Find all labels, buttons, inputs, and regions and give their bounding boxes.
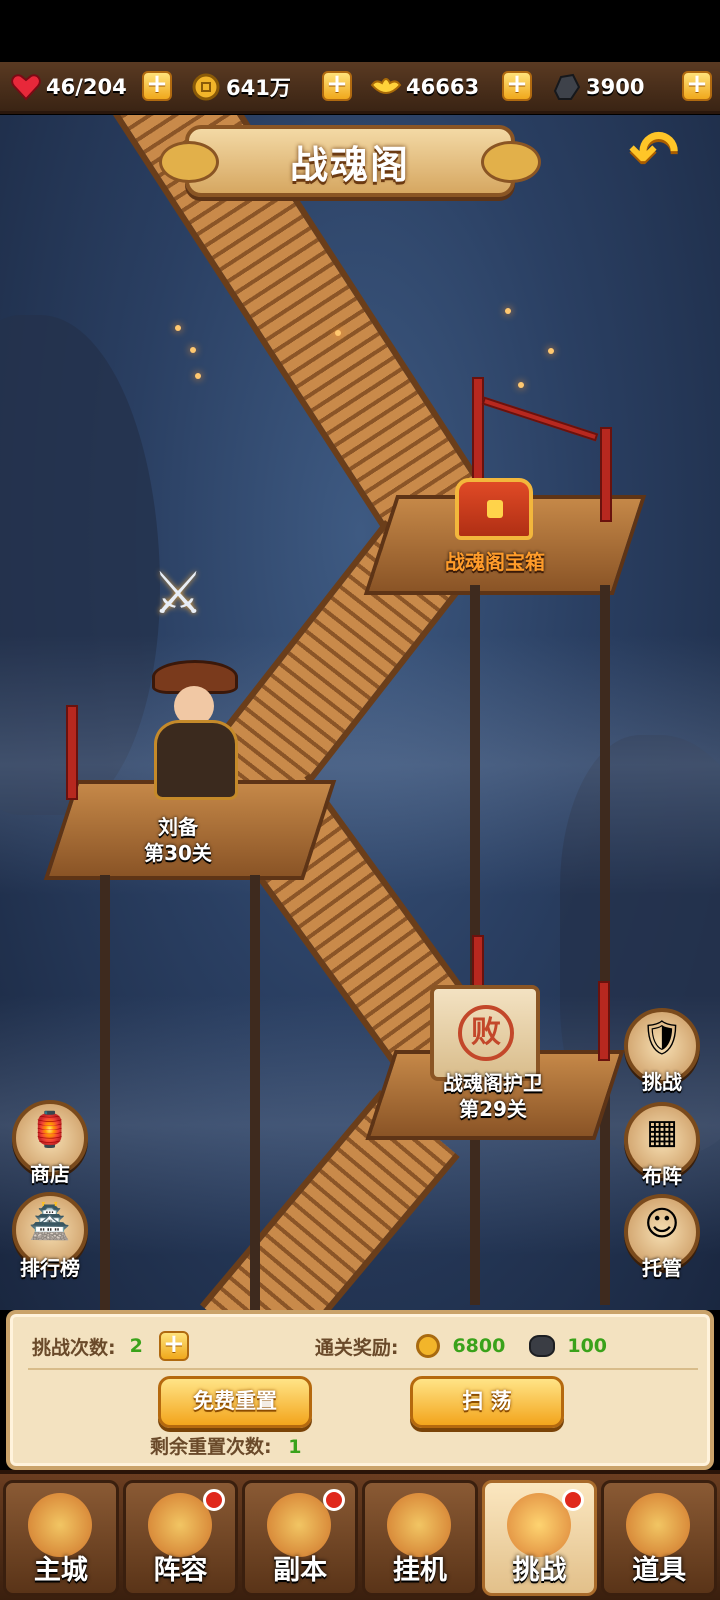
sweep-button[interactable]: 扫 荡 (410, 1376, 564, 1428)
challenge-icon: 🛡 (640, 1018, 684, 1058)
page-title: 战魂阁 (289, 142, 410, 187)
challenge-side-label: 挑战 (642, 1070, 682, 1094)
tab-label: 挂机 (392, 1555, 447, 1586)
bottom-nav: 主城 阵容 副本 挂机 挑战 道具 (0, 1470, 720, 1600)
resource-ingot: 46663 + (360, 61, 540, 113)
railing-post (472, 377, 484, 487)
player-stage: 第30关 (144, 841, 212, 865)
ranking-label: 排行榜 (20, 1256, 80, 1280)
ember-spark (505, 308, 511, 314)
status-bar (0, 0, 720, 62)
hero-body (154, 720, 238, 800)
tab-idle[interactable]: 挂机 (362, 1480, 478, 1596)
ember-spark (175, 325, 181, 331)
notification-badge (562, 1489, 585, 1511)
resource-coin: 641万 + (180, 61, 360, 113)
ore-value: 3900 (586, 74, 645, 99)
defeated-scroll-icon[interactable]: 败 (430, 985, 540, 1081)
remaining-resets: 剩余重置次数: 1 (150, 1432, 301, 1459)
ranking-icon: 🏯 (28, 1202, 72, 1242)
stamina-value: 46/204 (46, 74, 127, 99)
railing-post (600, 427, 612, 522)
chest-lock (487, 500, 503, 518)
ore-icon (550, 71, 582, 103)
tab-lineup[interactable]: 阵容 (122, 1480, 239, 1596)
challenge-panel: 挑战次数: 2 + 通关奖励: 6800 100 免费重置 扫 荡 剩余重置次数… (6, 1310, 714, 1470)
auto-label: 托管 (642, 1256, 682, 1280)
reward-ore-value: 100 (567, 1335, 608, 1357)
support-post (100, 875, 110, 1310)
guard-stage: 第29关 (459, 1097, 527, 1121)
ingot-value: 46663 (406, 74, 480, 99)
formation-label: 布阵 (642, 1164, 682, 1188)
remaining-resets-value: 1 (288, 1436, 302, 1458)
ember-spark (190, 347, 196, 353)
banner-ornament-left (159, 141, 219, 183)
add-ingot-button[interactable]: + (502, 70, 532, 101)
ember-spark (548, 348, 554, 354)
coin-icon (190, 71, 222, 103)
support-post (600, 585, 610, 1305)
ember-spark (518, 382, 524, 388)
railing-bar (481, 396, 599, 442)
add-stamina-button[interactable]: + (142, 70, 172, 101)
resource-ore: 3900 + (540, 61, 720, 113)
guard-name: 战魂阁护卫 (443, 1071, 543, 1095)
challenge-count-value: 2 (129, 1335, 143, 1357)
ember-spark (335, 330, 341, 336)
tab-label: 主城 (33, 1555, 88, 1586)
add-coin-button[interactable]: + (322, 70, 352, 101)
challenge-count-label: 挑战次数: (32, 1336, 116, 1359)
defeat-seal: 败 (458, 1005, 514, 1061)
support-post (250, 875, 260, 1310)
tab-dungeon[interactable]: 副本 (242, 1480, 359, 1596)
page-title-banner: 战魂阁 (159, 125, 541, 197)
panel-divider (28, 1368, 698, 1370)
shop-label: 商店 (30, 1162, 70, 1186)
reward-coin-value: 6800 (452, 1335, 506, 1357)
coin-value: 641万 (226, 75, 291, 100)
railing-post (66, 705, 78, 800)
remaining-resets-label: 剩余重置次数: (150, 1436, 272, 1458)
gold-ingot-icon (370, 71, 402, 103)
tower-scene (0, 115, 720, 1310)
player-name: 刘备 (158, 815, 198, 839)
treasure-chest-icon[interactable] (455, 478, 533, 540)
notification-badge (203, 1489, 226, 1511)
resource-stamina: 46/204 + (0, 61, 180, 113)
tab-label: 阵容 (153, 1555, 208, 1586)
add-ore-button[interactable]: + (682, 70, 712, 101)
auto-icon: ☺ (644, 1204, 680, 1244)
notification-badge (323, 1489, 346, 1511)
railing-post (598, 981, 610, 1061)
tab-label: 副本 (273, 1555, 328, 1586)
add-challenge-button[interactable]: + (158, 1331, 189, 1361)
banner-ornament-right (481, 141, 541, 183)
player-hero-avatar[interactable] (140, 660, 250, 810)
chest-label: 战魂阁宝箱 (445, 550, 545, 574)
reward-label: 通关奖励: (314, 1336, 399, 1359)
shop-icon: 🏮 (28, 1110, 72, 1150)
heart-icon (10, 71, 42, 103)
tab-challenge[interactable]: 挑战 (481, 1480, 598, 1596)
formation-icon: ▦ (645, 1112, 679, 1152)
ember-spark (195, 373, 201, 379)
tab-items[interactable]: 道具 (601, 1480, 718, 1596)
crossed-swords-icon[interactable]: ⚔ (142, 562, 214, 624)
back-arrow-icon[interactable]: ↶ (618, 122, 690, 184)
free-reset-button[interactable]: 免费重置 (158, 1376, 312, 1428)
tab-main-city[interactable]: 主城 (3, 1480, 119, 1596)
tab-label: 挑战 (512, 1555, 567, 1586)
ore-icon (529, 1335, 556, 1357)
tab-label: 道具 (632, 1555, 687, 1586)
coin-icon (416, 1334, 441, 1358)
resource-bar: 46/204 + 641万 + 46663 + 3900 + (0, 62, 720, 114)
panel-info-row: 挑战次数: 2 + 通关奖励: 6800 100 (32, 1326, 692, 1366)
